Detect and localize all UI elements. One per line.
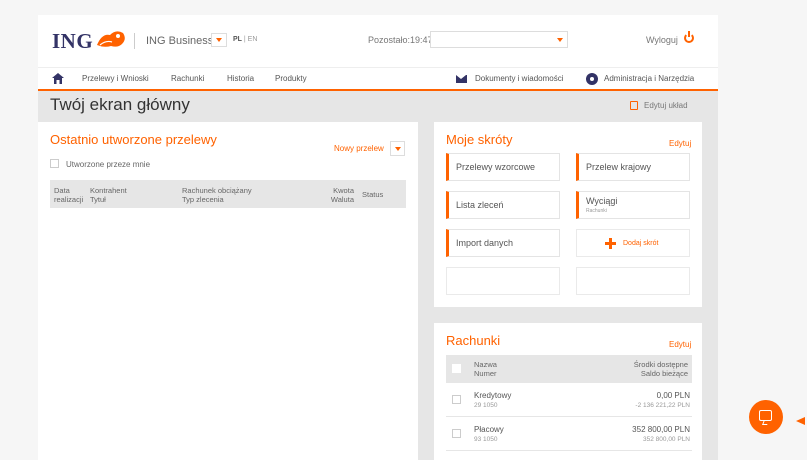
home-icon[interactable]	[52, 73, 64, 84]
language-switch[interactable]: PL | EN	[233, 36, 257, 43]
account-row[interactable]: Płacowy 93 1050 352 800,00 PLN 352 800,0…	[446, 419, 692, 451]
top-header: ING ING Business PL | EN Pozostało:19:47…	[38, 15, 718, 67]
app-frame: ING ING Business PL | EN Pozostało:19:47…	[38, 15, 718, 460]
new-transfer-link[interactable]: Nowy przelew	[334, 144, 384, 153]
header-divider	[134, 33, 135, 49]
account-checkbox[interactable]	[452, 429, 461, 438]
gear-icon	[587, 74, 597, 84]
col-amount[interactable]: Kwota Waluta	[312, 186, 354, 204]
mail-icon	[456, 75, 467, 83]
pointer-arrow-icon	[796, 417, 805, 425]
select-all-accounts-checkbox[interactable]	[452, 364, 461, 373]
recent-transfers-title: Ostatnio utworzone przelewy	[50, 132, 217, 147]
shortcut-import-data[interactable]: Import danych	[446, 229, 560, 257]
power-icon[interactable]	[684, 31, 694, 43]
shortcut-empty-slot[interactable]	[446, 267, 560, 295]
created-by-me-label: Utworzone przeze mnie	[66, 160, 151, 169]
plus-icon	[605, 238, 616, 249]
created-by-me-checkbox[interactable]	[50, 159, 59, 168]
nav-documents[interactable]: Dokumenty i wiadomości	[475, 74, 563, 83]
account-checkbox[interactable]	[452, 395, 461, 404]
help-chat-button[interactable]	[749, 400, 783, 434]
lion-logo-icon	[97, 31, 125, 47]
nav-transfers[interactable]: Przelewy i Wnioski	[82, 74, 149, 83]
nav-accounts[interactable]: Rachunki	[171, 74, 204, 83]
new-transfer-dropdown-button[interactable]	[390, 141, 405, 156]
session-timer: Pozostało:19:47	[368, 35, 433, 45]
transfers-table-header: Data realizacji Kontrahent Tytuł Rachunek …	[50, 180, 406, 208]
col-available-funds[interactable]: Środki dostępne Saldo bieżące	[634, 360, 688, 378]
account-row[interactable]: Kredytowy 29 1050 0,00 PLN -2 136 221,22…	[446, 385, 692, 417]
col-counterparty[interactable]: Kontrahent Tytuł	[90, 186, 127, 204]
accounts-table-header: Nazwa Numer Środki dostępne Saldo bieżące	[446, 355, 692, 383]
copy-icon[interactable]	[630, 101, 638, 110]
accounts-edit-link[interactable]: Edytuj	[669, 340, 691, 349]
main-nav: Przelewy i Wnioski Rachunki Historia Pro…	[38, 67, 718, 91]
col-status[interactable]: Status	[362, 190, 383, 199]
shortcuts-title: Moje skróty	[446, 132, 513, 147]
lang-en[interactable]: EN	[248, 36, 258, 43]
chevron-down-icon	[553, 32, 567, 47]
add-shortcut-button[interactable]: Dodaj skrót	[576, 229, 690, 257]
shortcuts-edit-link[interactable]: Edytuj	[669, 139, 691, 148]
nav-admin[interactable]: Administracja i Narzędzia	[604, 74, 694, 83]
col-debit-account[interactable]: Rachunek obciążany Typ zlecenia	[182, 186, 252, 204]
logout-link[interactable]: Wyloguj	[646, 35, 678, 45]
shortcut-statements[interactable]: Wyciągi Rachunki	[576, 191, 690, 219]
recent-transfers-panel: Ostatnio utworzone przelewy Nowy przelew…	[38, 122, 418, 460]
shortcut-templates[interactable]: Przelewy wzorcowe	[446, 153, 560, 181]
ing-logo[interactable]: ING	[52, 29, 93, 54]
nav-products[interactable]: Produkty	[275, 74, 307, 83]
accounts-title: Rachunki	[446, 333, 501, 348]
chat-icon	[759, 410, 772, 421]
page-title: Twój ekran główny	[50, 95, 190, 114]
lang-pl[interactable]: PL	[233, 36, 242, 43]
shortcut-empty-slot[interactable]	[576, 267, 690, 295]
col-account-name[interactable]: Nazwa Numer	[474, 360, 497, 378]
shortcut-domestic-transfer[interactable]: Przelew krajowy	[576, 153, 690, 181]
nav-history[interactable]: Historia	[227, 74, 254, 83]
edit-layout-link[interactable]: Edytuj układ	[644, 101, 688, 110]
session-select[interactable]	[430, 31, 568, 48]
accounts-panel: Rachunki Edytuj Nazwa Numer Środki dostęp…	[434, 323, 702, 460]
shortcuts-panel: Moje skróty Edytuj Przelewy wzorcowe Prz…	[434, 122, 702, 307]
shortcut-order-list[interactable]: Lista zleceń	[446, 191, 560, 219]
col-date[interactable]: Data realizacji	[54, 186, 83, 204]
product-dropdown-button[interactable]	[211, 33, 227, 47]
product-name: ING Business	[146, 35, 214, 47]
